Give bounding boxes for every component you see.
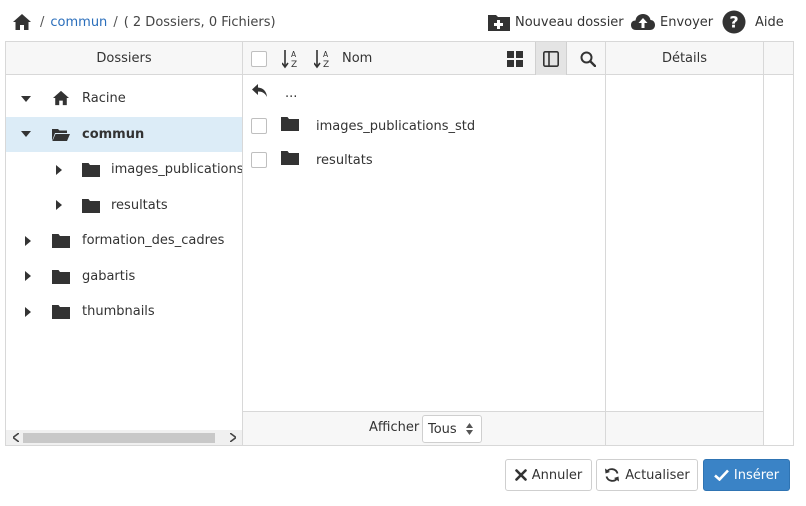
tree-item-racine[interactable]: Racine: [6, 81, 242, 117]
folder-icon: [52, 234, 70, 252]
tree-item-images-publications-std[interactable]: images_publications_std: [6, 152, 242, 188]
list-item[interactable]: images_publications_std: [243, 109, 605, 143]
details-pane: Détails: [606, 42, 764, 445]
checkbox[interactable]: [251, 50, 267, 67]
right-strip-header: [764, 42, 793, 75]
new-folder-label: Nouveau dossier: [515, 14, 624, 30]
upload-label: Envoyer: [660, 14, 714, 30]
caret-down-icon[interactable]: [20, 93, 32, 105]
select-arrows-icon: [466, 423, 473, 439]
tree-item-formation-des-cadres[interactable]: formation_des_cadres: [6, 223, 242, 259]
folder-icon: [52, 269, 70, 288]
insert-button[interactable]: Insérer: [703, 459, 790, 491]
upload-button[interactable]: Envoyer: [630, 10, 713, 34]
sort-name-icon[interactable]: AZ: [313, 42, 333, 75]
parent-folder-label: ...: [285, 85, 298, 101]
show-select[interactable]: Tous: [422, 415, 482, 443]
select-all-checkbox[interactable]: [251, 42, 267, 75]
close-icon: [514, 469, 532, 481]
check-icon: [714, 469, 734, 481]
folder-plus-icon: [487, 12, 511, 32]
question-circle-icon: ?: [722, 10, 746, 34]
tree-item-commun[interactable]: commun: [6, 116, 242, 152]
cloud-upload-icon: [630, 12, 656, 32]
refresh-label: Actualiser: [625, 467, 690, 483]
cancel-button[interactable]: Annuler: [505, 459, 592, 491]
svg-text:Z: Z: [291, 60, 297, 69]
list-item-name: resultats: [316, 152, 373, 168]
folder-icon: [281, 117, 299, 135]
home-icon[interactable]: [12, 13, 32, 31]
svg-text:Z: Z: [323, 60, 329, 69]
folder-icon: [82, 198, 100, 217]
search-icon[interactable]: [575, 42, 601, 75]
tree-item-resultats[interactable]: resultats: [6, 188, 242, 224]
breadcrumb: / commun / ( 2 Dossiers, 0 Fichiers): [12, 13, 276, 31]
breadcrumb-link-commun[interactable]: commun: [50, 15, 107, 30]
breadcrumb-separator: /: [113, 14, 118, 30]
insert-label: Insérer: [733, 467, 780, 483]
svg-text:A: A: [291, 50, 297, 59]
tree-item-label: Racine: [82, 91, 126, 107]
tree-item-label: resultats: [111, 197, 168, 213]
folder-icon: [82, 163, 100, 181]
list-pane: AZ AZ Nom ... images_publications_std re…: [243, 42, 606, 445]
top-bar: / commun / ( 2 Dossiers, 0 Fichiers) Nou…: [0, 0, 806, 42]
reply-arrow-icon: [252, 84, 268, 102]
folder-icon: [281, 151, 299, 169]
row-checkbox[interactable]: [251, 118, 267, 134]
tree-item-thumbnails[interactable]: thumbnails: [6, 294, 242, 330]
folder-summary: ( 2 Dossiers, 0 Fichiers): [123, 14, 276, 30]
parent-folder-row[interactable]: ...: [243, 76, 605, 110]
breadcrumb-separator: /: [40, 14, 45, 30]
caret-right-icon[interactable]: [22, 270, 34, 282]
tree-item-label: gabartis: [82, 268, 136, 284]
scrollbar-thumb[interactable]: [23, 433, 215, 443]
show-label: Afficher: [369, 420, 420, 435]
svg-text:A: A: [323, 50, 329, 59]
folder-icon: [52, 305, 70, 323]
folder-open-icon: [52, 128, 70, 146]
tree-item-label: commun: [82, 126, 145, 142]
details-pane-title: Détails: [606, 42, 763, 75]
tree-item-label: images_publications_std: [111, 162, 242, 178]
list-item[interactable]: resultats: [243, 143, 605, 177]
row-checkbox[interactable]: [251, 152, 267, 168]
tree-item-label: thumbnails: [82, 304, 155, 320]
tree-item-label: formation_des_cadres: [82, 233, 225, 249]
folders-pane: Dossiers Racine commun images_publicatio…: [6, 42, 243, 445]
caret-down-icon[interactable]: [20, 128, 32, 140]
list-footer: Afficher Tous: [243, 411, 605, 445]
show-select-value: Tous: [428, 421, 457, 437]
refresh-icon: [604, 467, 625, 483]
name-column-header[interactable]: Nom: [342, 42, 372, 75]
caret-right-icon[interactable]: [22, 235, 34, 247]
file-manager: Dossiers Racine commun images_publicatio…: [5, 41, 794, 446]
details-footer: [606, 411, 763, 445]
caret-right-icon[interactable]: [53, 199, 65, 211]
new-folder-button[interactable]: Nouveau dossier: [487, 10, 624, 34]
caret-right-icon[interactable]: [53, 164, 65, 176]
tree-item-gabartis[interactable]: gabartis: [6, 259, 242, 295]
list-item-name: images_publications_std: [316, 118, 476, 134]
refresh-button[interactable]: Actualiser: [596, 459, 698, 491]
folder-tree: Racine commun images_publications result…: [6, 81, 242, 330]
home-icon: [52, 90, 70, 110]
grid-view-icon[interactable]: [502, 42, 528, 75]
svg-text:?: ?: [729, 13, 738, 32]
tree-horizontal-scrollbar[interactable]: [6, 430, 242, 445]
right-strip: [764, 42, 793, 445]
folders-pane-title: Dossiers: [6, 42, 242, 75]
columns-view-icon[interactable]: [535, 42, 567, 75]
scroll-left-icon[interactable]: [8, 430, 23, 445]
cancel-label: Annuler: [531, 467, 583, 483]
sort-az-icon[interactable]: AZ: [281, 42, 301, 75]
scroll-right-icon[interactable]: [225, 430, 240, 445]
list-header: AZ AZ Nom: [243, 42, 605, 75]
help-button[interactable]: ? Aide: [722, 10, 784, 34]
caret-right-icon[interactable]: [22, 306, 34, 318]
help-label: Aide: [755, 14, 784, 30]
